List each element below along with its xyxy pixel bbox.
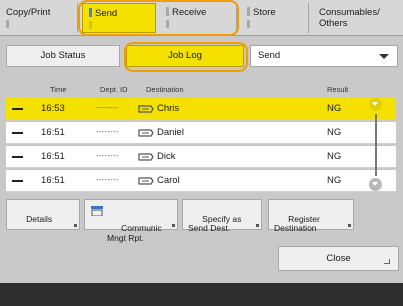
address-book-icon (138, 153, 154, 161)
job-log-screen: Copy/Print Send Receive Store Consumable… (0, 0, 403, 283)
address-book-icon (138, 177, 154, 185)
row-result: NG (327, 103, 342, 114)
specify-as-send-destination-button[interactable]: Specify as Send Dest. (182, 199, 262, 233)
details-button[interactable]: Details (6, 199, 80, 230)
row-destination: Carol (157, 175, 180, 186)
communication-report-button[interactable]: Communic Mngt Rpt. (84, 199, 178, 242)
main-tab-bar: Copy/Print Send Receive Store Consumable… (0, 0, 403, 36)
tab-indicator (247, 20, 250, 28)
row-dept-id: -------- (96, 177, 119, 184)
details-label: Details (26, 213, 53, 224)
scroll-up-button[interactable] (369, 98, 382, 111)
table-row[interactable]: 16:51 -------- Dick NG (6, 146, 396, 168)
table-header: Time Dept. ID Destination Result (6, 84, 396, 96)
close-button[interactable]: Close (278, 246, 399, 271)
header-dept-id: Dept. ID (100, 85, 128, 94)
address-book-icon (138, 105, 154, 113)
register-destination-button[interactable]: Register Destination (268, 199, 354, 233)
table-row[interactable]: 16:51 -------- Daniel NG (6, 122, 396, 144)
job-type-icon (12, 132, 23, 134)
action-bar: Details Communic Mngt Rpt. Specify as Se… (0, 196, 403, 242)
row-time: 16:53 (41, 103, 65, 114)
corner-indicator (74, 224, 77, 227)
address-book-icon (138, 129, 154, 137)
job-type-icon (12, 156, 23, 158)
tab-label: Consumables/ Others (319, 7, 380, 29)
row-result: NG (327, 151, 342, 162)
corner-indicator (384, 259, 390, 264)
tab-job-log[interactable]: Job Log (126, 45, 244, 67)
row-dept-id: -------- (96, 153, 119, 160)
sub-tab-row: Job Status Job Log Send (0, 38, 403, 74)
tab-receive[interactable]: Receive (160, 3, 237, 33)
tab-label: Copy/Print (6, 7, 51, 18)
tab-label: Receive (172, 7, 207, 18)
scrollbar[interactable] (362, 98, 390, 194)
header-result: Result (327, 85, 349, 94)
row-dept-id: -------- (96, 105, 119, 112)
header-time: Time (50, 85, 67, 94)
row-result: NG (327, 127, 342, 138)
job-type-icon (12, 108, 23, 110)
row-time: 16:51 (41, 127, 65, 138)
corner-indicator (348, 224, 351, 227)
tab-indicator (166, 7, 169, 16)
row-time: 16:51 (41, 175, 65, 186)
tab-send[interactable]: Send (82, 3, 156, 33)
close-label: Close (326, 253, 351, 264)
row-time: 16:51 (41, 151, 65, 162)
scroll-track[interactable] (375, 114, 377, 176)
row-result: NG (327, 175, 342, 186)
job-type-icon (12, 180, 23, 182)
tab-store[interactable]: Store (241, 3, 309, 33)
row-destination: Daniel (157, 127, 184, 138)
header-destination: Destination (146, 85, 184, 94)
report-icon (91, 206, 103, 216)
tab-job-status[interactable]: Job Status (6, 45, 120, 67)
tab-copy-print[interactable]: Copy/Print (0, 3, 78, 33)
job-type-value: Send (258, 50, 281, 61)
register-label: Register Destination (274, 213, 320, 233)
table-row[interactable]: 16:53 -------- Chris NG (6, 98, 396, 120)
tab-indicator (247, 7, 250, 16)
tab-consumables-others[interactable]: Consumables/ Others (313, 3, 403, 33)
tab-indicator (6, 20, 9, 28)
table-row[interactable]: 16:51 -------- Carol NG (6, 170, 396, 192)
chevron-down-icon (379, 54, 389, 59)
corner-indicator (172, 224, 175, 227)
row-destination: Chris (157, 103, 180, 114)
corner-indicator (256, 224, 259, 227)
tab-label: Store (253, 7, 276, 18)
specify-label: Specify as Send Dest. (188, 213, 242, 233)
job-log-table: Time Dept. ID Destination Result 16:53 -… (6, 84, 396, 192)
row-destination: Dick (157, 151, 176, 162)
tab-label: Send (95, 8, 118, 19)
row-dept-id: -------- (96, 129, 119, 136)
job-type-select[interactable]: Send (250, 45, 398, 67)
tab-indicator (166, 20, 169, 28)
scroll-down-button[interactable] (369, 178, 382, 191)
communication-report-label: Communic Mngt Rpt. (107, 223, 162, 243)
tab-indicator (89, 21, 92, 29)
tab-indicator (89, 8, 92, 17)
